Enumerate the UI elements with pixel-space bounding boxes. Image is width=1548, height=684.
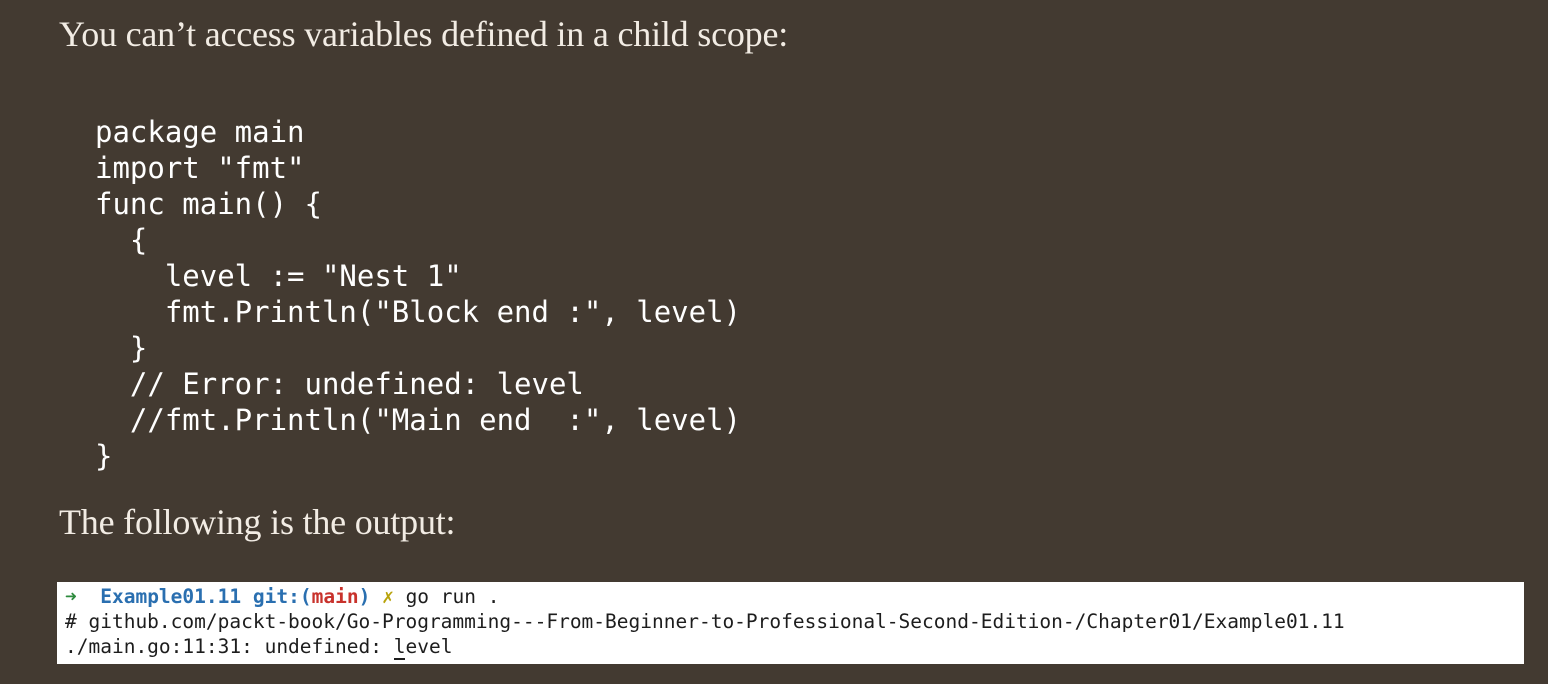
code-line: //fmt.Println("Main end :", level) xyxy=(95,403,742,437)
code-block: package main import "fmt" func main() { … xyxy=(95,114,741,474)
prompt-git-label: git: xyxy=(252,585,300,608)
terminal-output-line: # github.com/packt-book/Go-Programming--… xyxy=(65,610,1345,633)
terminal-output-screenshot: ➜ Example01.11 git:(main) ✗ go run . # g… xyxy=(57,582,1524,664)
prompt-command: go run . xyxy=(405,585,500,608)
code-line: fmt.Println("Block end :", level) xyxy=(95,295,742,329)
code-line: func main() { xyxy=(95,187,322,221)
code-line: } xyxy=(95,331,148,365)
terminal-prompt-line: ➜ Example01.11 git:(main) ✗ go run . xyxy=(65,584,1524,609)
code-line: package main xyxy=(95,115,305,149)
prompt-branch-close: ) xyxy=(358,585,371,608)
error-suffix: evel xyxy=(405,635,453,658)
error-prefix: ./main.go:11:31: undefined: xyxy=(65,635,394,658)
code-line: level := "Nest 1" xyxy=(95,259,462,293)
cursor-char: l xyxy=(393,635,406,660)
prompt-branch-open: ( xyxy=(299,585,312,608)
prompt-arrow-icon: ➜ xyxy=(65,585,77,608)
code-line: // Error: undefined: level xyxy=(95,367,584,401)
prompt-dirty-icon: ✗ xyxy=(382,585,394,608)
code-line: import "fmt" xyxy=(95,151,305,185)
terminal-error-line: ./main.go:11:31: undefined: level xyxy=(65,634,1524,660)
code-line: } xyxy=(95,439,113,473)
code-line: { xyxy=(95,223,148,257)
output-paragraph: The following is the output: xyxy=(59,502,456,542)
prompt-branch: main xyxy=(311,585,359,608)
intro-paragraph: You can’t access variables defined in a … xyxy=(59,14,789,54)
prompt-directory: Example01.11 xyxy=(100,585,242,608)
